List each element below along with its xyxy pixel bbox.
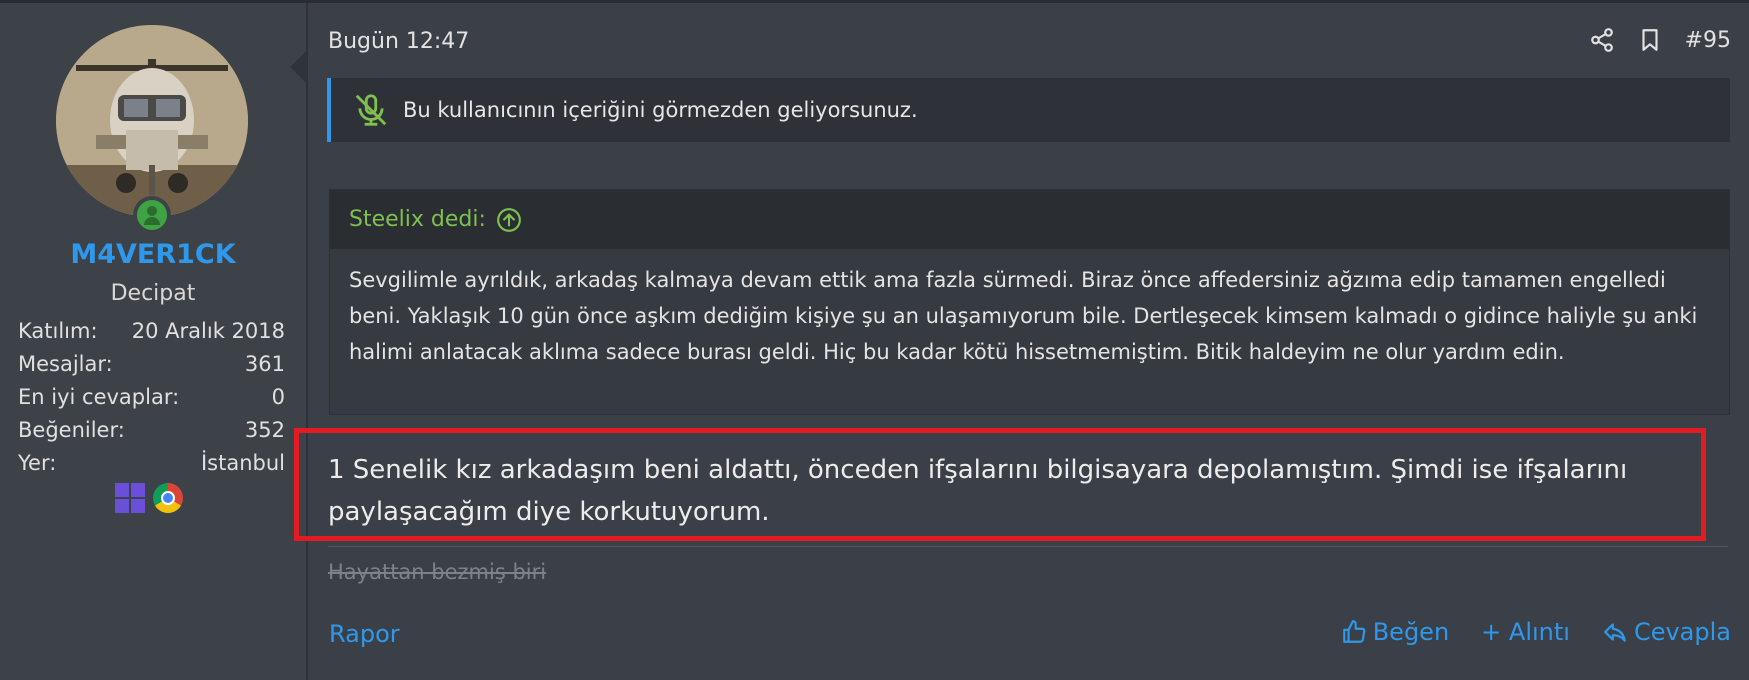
user-title: Decipat (110, 281, 196, 306)
message-arrow (290, 50, 307, 84)
share-icon[interactable] (1589, 27, 1615, 53)
quote-author[interactable]: Steelix dedi: (349, 207, 486, 232)
reply-icon (1604, 623, 1626, 642)
post-main: Bugün 12:47 #95 Bu kullanıcının içeriğin… (294, 3, 1749, 680)
user-badges (115, 483, 183, 513)
user-stats: Katılım: 20 Aralık 2018 Mesajlar: 361 En… (18, 319, 285, 484)
stat-label: Beğeniler: (18, 418, 125, 442)
chrome-icon (153, 483, 183, 513)
avatar[interactable] (56, 25, 248, 217)
quote-block: Steelix dedi: Sevgilimle ayrıldık, arkad… (329, 189, 1730, 415)
post-footer-actions: Beğen + Alıntı Cevapla (1341, 618, 1731, 646)
signature-divider (328, 546, 1728, 547)
ignored-notice: Bu kullanıcının içeriğini görmezden geli… (327, 78, 1730, 142)
quote-text: Sevgilimle ayrıldık, arkadaş kalmaya dev… (349, 268, 1698, 364)
post-date[interactable]: Bugün 12:47 (328, 29, 469, 54)
muted-microphone-icon (355, 94, 387, 126)
stat-row-location: Yer: İstanbul (18, 451, 285, 484)
post-number[interactable]: #95 (1685, 28, 1731, 53)
stat-row-likes: Beğeniler: 352 (18, 418, 285, 451)
online-status-icon (133, 196, 171, 234)
stat-value: İstanbul (200, 451, 285, 475)
stat-label: Katılım: (18, 319, 98, 343)
stat-row-joined: Katılım: 20 Aralık 2018 (18, 319, 285, 352)
quote-button[interactable]: + Alıntı (1481, 618, 1570, 646)
username[interactable]: M4VER1CK (0, 239, 306, 270)
stat-value: 361 (244, 352, 285, 376)
windows-icon (115, 483, 145, 513)
reply-label: Cevapla (1633, 618, 1731, 646)
report-link[interactable]: Rapor (329, 620, 400, 648)
bookmark-icon[interactable] (1637, 27, 1663, 53)
thumbs-up-icon (1342, 620, 1366, 643)
stat-value: 352 (244, 418, 285, 442)
signature: Hayattan bezmiş biri (328, 560, 547, 584)
stat-label: Yer: (18, 451, 57, 475)
like-label: Beğen (1372, 618, 1450, 646)
helicopter-avatar-image (56, 25, 248, 217)
jump-to-quote-icon[interactable] (496, 207, 522, 233)
post-header-actions: #95 (1589, 27, 1731, 53)
highlight-box (294, 428, 1706, 541)
user-sidebar: M4VER1CK Decipat Katılım: 20 Aralık 2018… (0, 3, 308, 680)
ignored-notice-text: Bu kullanıcının içeriğini görmezden geli… (403, 98, 918, 122)
stat-row-messages: Mesajlar: 361 (18, 352, 285, 385)
stat-label: Mesajlar: (18, 352, 113, 376)
like-button[interactable]: Beğen (1341, 618, 1449, 646)
stat-label: En iyi cevaplar: (18, 385, 180, 409)
stat-value: 20 Aralık 2018 (131, 319, 285, 343)
stat-value: 0 (271, 385, 285, 409)
quote-label: + Alıntı (1481, 618, 1570, 646)
stat-row-best-answers: En iyi cevaplar: 0 (18, 385, 285, 418)
quote-header[interactable]: Steelix dedi: (330, 190, 1729, 249)
reply-button[interactable]: Cevapla (1602, 618, 1731, 646)
